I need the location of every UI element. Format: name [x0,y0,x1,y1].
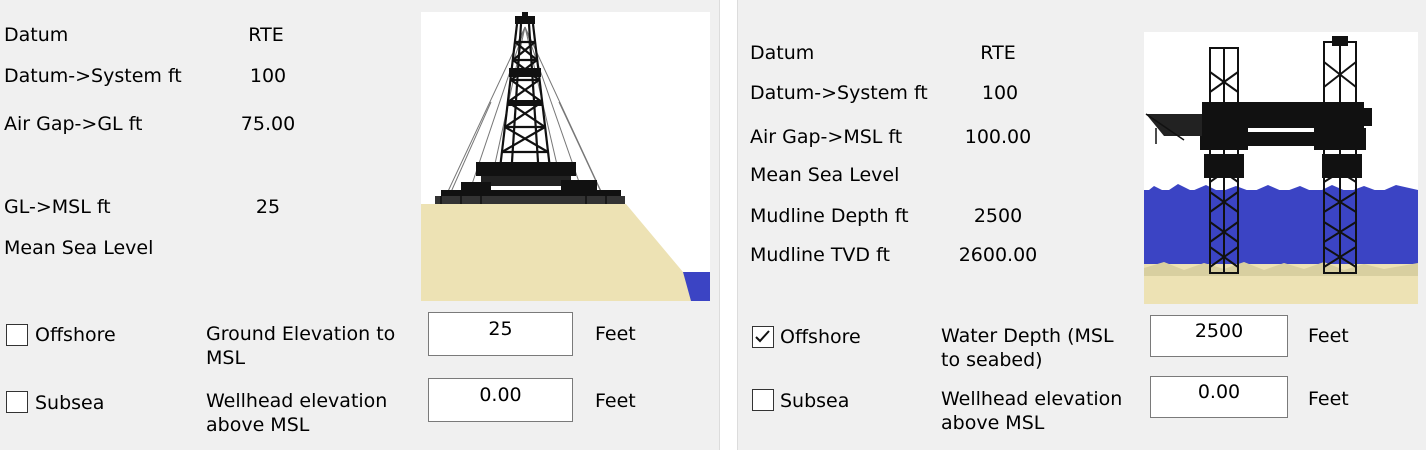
water-depth-label: Water Depth (MSL to seabed) [941,325,1114,371]
subsea-checkbox[interactable] [6,391,28,413]
datum-value: RTE [248,24,284,46]
ground-elevation-unit: Feet [595,323,636,345]
onshore-well-datum-panel: Datum RTE Datum->System ft 100 Air Gap->… [0,0,719,450]
wellhead-elevation-unit: Feet [1308,388,1349,410]
mean-sea-level-label: Mean Sea Level [4,237,154,259]
gl-msl-label: GL->MSL ft [4,196,111,218]
mudline-depth-label: Mudline Depth ft [750,205,909,227]
wellhead-elevation-unit: Feet [595,390,636,412]
checkmark-icon [755,330,770,343]
mudline-depth-value: 2500 [973,205,1023,227]
datum-system-value: 100 [981,82,1019,104]
panel-divider [719,0,738,450]
mean-sea-level-label: Mean Sea Level [750,164,900,186]
offshore-checkbox[interactable] [752,326,774,348]
land-drilling-rig-icon [421,12,710,301]
datum-label: Datum [4,24,69,46]
mudline-tvd-value: 2600.00 [958,244,1038,266]
water-depth-input[interactable] [1150,315,1288,357]
gl-msl-value: 25 [255,196,281,218]
ground-elevation-input[interactable] [428,312,573,356]
wellhead-elevation-label: Wellhead elevation above MSL [941,388,1123,434]
datum-system-label: Datum->System ft [750,82,928,104]
air-gap-msl-label: Air Gap->MSL ft [750,126,903,148]
subsea-checkbox-label[interactable]: Subsea [35,391,104,415]
subsea-checkbox[interactable] [752,389,774,411]
offshore-well-datum-panel: Datum RTE Datum->System ft 100 Air Gap->… [738,0,1426,450]
subsea-checkbox-label[interactable]: Subsea [780,389,849,413]
mudline-tvd-label: Mudline TVD ft [750,244,890,266]
offshore-checkbox-label[interactable]: Offshore [780,325,861,349]
offshore-checkbox[interactable] [6,324,28,346]
ground-elevation-label: Ground Elevation to MSL [206,323,396,369]
offshore-checkbox-label[interactable]: Offshore [35,323,116,347]
air-gap-msl-value: 100.00 [964,126,1032,148]
offshore-jackup-rig-icon [1144,32,1418,304]
wellhead-elevation-label: Wellhead elevation above MSL [206,390,388,436]
air-gap-gl-value: 75.00 [240,113,296,135]
datum-label: Datum [750,42,815,64]
water-depth-unit: Feet [1308,325,1349,347]
datum-system-label: Datum->System ft [4,65,182,87]
datum-system-value: 100 [249,65,287,87]
wellhead-elevation-input[interactable] [428,378,573,422]
datum-value: RTE [980,42,1016,64]
wellhead-elevation-input[interactable] [1150,376,1288,418]
air-gap-gl-label: Air Gap->GL ft [4,113,143,135]
